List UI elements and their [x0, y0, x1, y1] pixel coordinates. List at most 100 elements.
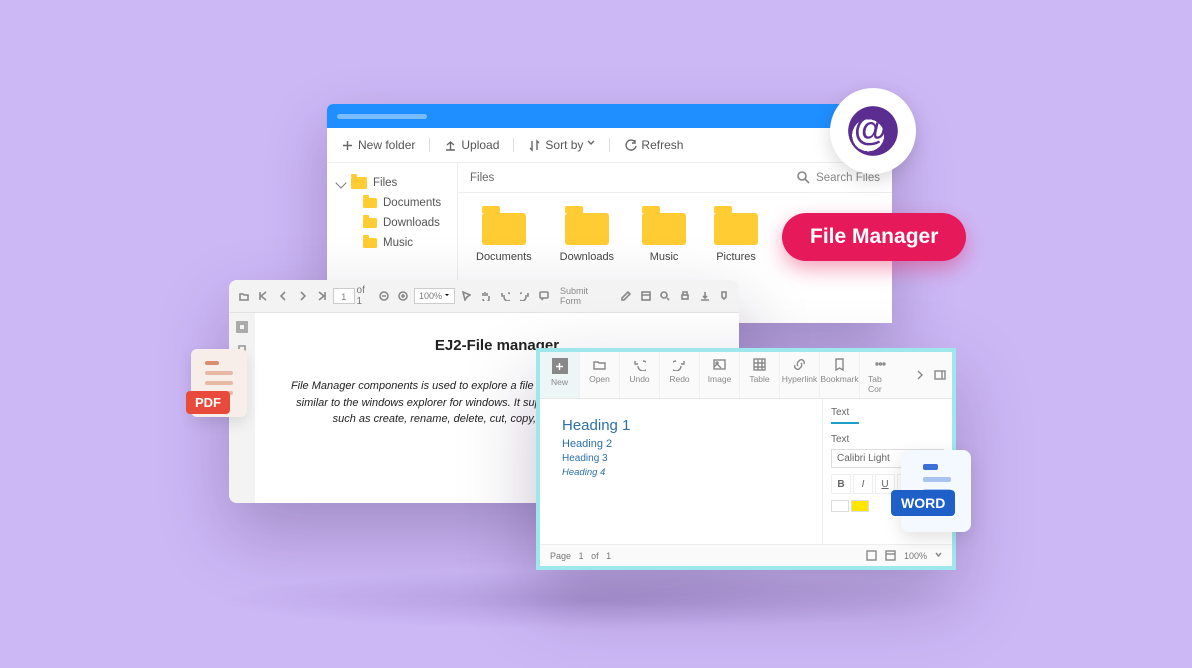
refresh-button[interactable]: Refresh [618, 134, 689, 156]
italic-button[interactable]: I [853, 474, 873, 494]
form-icon [641, 291, 651, 301]
sort-by-button[interactable]: Sort by [522, 134, 601, 156]
upload-button[interactable]: Upload [438, 134, 505, 156]
font-name: Calibri Light [837, 453, 890, 464]
search-button[interactable] [657, 287, 675, 305]
panel-section: Text [831, 434, 944, 445]
tree-item-music[interactable]: Music [361, 233, 449, 253]
redo-button[interactable] [516, 287, 534, 305]
panel-tab[interactable]: Text [831, 407, 944, 418]
ribbon-side [908, 352, 952, 398]
folder-label: Documents [476, 251, 532, 263]
upload-label: Upload [461, 138, 499, 152]
tree-item-label: Music [383, 237, 413, 249]
blazor-logo-badge: @ [830, 88, 916, 174]
ribbon-label: New [551, 377, 568, 387]
window-titlebar[interactable] [327, 104, 892, 128]
ribbon-label: Table [749, 374, 769, 384]
word-page[interactable]: Heading 1 Heading 2 Heading 3 Heading 4 [540, 399, 822, 544]
ribbon-label: Undo [629, 374, 649, 384]
form-button[interactable] [637, 287, 655, 305]
separator [609, 138, 610, 152]
prev-page-button[interactable] [274, 287, 292, 305]
chevron-right-icon[interactable] [914, 369, 926, 381]
bold-button[interactable]: B [831, 474, 851, 494]
submit-form-button[interactable]: Submit Form [555, 284, 615, 308]
new-folder-button[interactable]: New folder [335, 134, 421, 156]
page-current: 1 [579, 551, 584, 561]
zoom-select[interactable]: 100% [414, 288, 455, 304]
color-swatch[interactable] [851, 500, 869, 512]
zoom-out-button[interactable] [375, 287, 393, 305]
tree-root-label: Files [373, 177, 397, 189]
ribbon-label: Image [708, 374, 732, 384]
pdf-tag: PDF [186, 391, 230, 414]
pdf-file-badge: PDF [186, 349, 252, 431]
tree-children: Documents Downloads Music [335, 193, 449, 253]
page-layout-icon[interactable] [866, 550, 877, 561]
file-lines-icon [205, 361, 233, 395]
undo-button[interactable] [496, 287, 514, 305]
annotation-button[interactable] [715, 287, 733, 305]
open-file-button[interactable] [235, 287, 253, 305]
ribbon-undo-button[interactable]: Undo [620, 352, 660, 398]
ribbon-open-button[interactable]: Open [580, 352, 620, 398]
tree-item-label: Downloads [383, 217, 440, 229]
status-right: 100% [866, 550, 942, 561]
folder-icon [714, 213, 758, 245]
panel-icon[interactable] [934, 369, 946, 381]
breadcrumb[interactable]: Files [470, 172, 494, 184]
download-button[interactable] [696, 287, 714, 305]
web-layout-icon[interactable] [885, 550, 896, 561]
new-folder-label: New folder [358, 138, 415, 152]
upload-icon [444, 139, 457, 152]
comment-icon [539, 291, 549, 301]
ribbon-bookmark-button[interactable]: Bookmark [820, 352, 860, 398]
ribbon-hyperlink-button[interactable]: Hyperlink [780, 352, 820, 398]
hand-icon [480, 291, 490, 301]
more-icon [874, 358, 887, 371]
tab-underline [831, 422, 859, 424]
tree-item-downloads[interactable]: Downloads [361, 213, 449, 233]
ribbon-image-button[interactable]: Image [700, 352, 740, 398]
next-page-button[interactable] [294, 287, 312, 305]
thumbnail-icon[interactable] [236, 321, 248, 333]
print-button[interactable] [676, 287, 694, 305]
zoom-value[interactable]: 100% [904, 551, 927, 561]
tree-item-label: Documents [383, 197, 441, 209]
plus-icon [398, 291, 408, 301]
ribbon-table-button[interactable]: Table [740, 352, 780, 398]
sort-icon [528, 139, 541, 152]
edit-button[interactable] [617, 287, 635, 305]
tree-item-documents[interactable]: Documents [361, 193, 449, 213]
select-tool-button[interactable] [457, 287, 475, 305]
ribbon-label: Bookmark [820, 374, 858, 384]
annotation-icon [719, 291, 729, 301]
page-total: 1 [606, 551, 611, 561]
last-icon [317, 291, 327, 301]
heading-4: Heading 4 [562, 467, 800, 478]
tree-root-files[interactable]: Files [335, 173, 449, 193]
ribbon-new-button[interactable]: New [540, 352, 580, 398]
zoom-in-button[interactable] [394, 287, 412, 305]
page-number-input[interactable]: 1 [333, 288, 355, 304]
folder-label: Music [650, 251, 679, 263]
chevron-down-icon[interactable] [935, 552, 942, 559]
first-page-button[interactable] [255, 287, 273, 305]
chevron-left-icon [278, 291, 288, 301]
table-icon [753, 358, 766, 371]
page-label: Page [550, 551, 571, 561]
file-manager-toolbar: New folder Upload Sort by Refresh [327, 128, 892, 163]
edit-icon [621, 291, 631, 301]
ribbon-redo-button[interactable]: Redo [660, 352, 700, 398]
color-swatch[interactable] [831, 500, 849, 512]
ribbon-label: Hyperlink [782, 374, 817, 384]
comment-button[interactable] [535, 287, 553, 305]
chevron-down-icon [335, 177, 346, 188]
ribbon-more-button[interactable]: Tab Cor [860, 352, 900, 398]
last-page-button[interactable] [313, 287, 331, 305]
minus-icon [379, 291, 389, 301]
redo-icon [673, 358, 686, 371]
pan-tool-button[interactable] [477, 287, 495, 305]
page-of-label: of 1 [357, 285, 373, 307]
